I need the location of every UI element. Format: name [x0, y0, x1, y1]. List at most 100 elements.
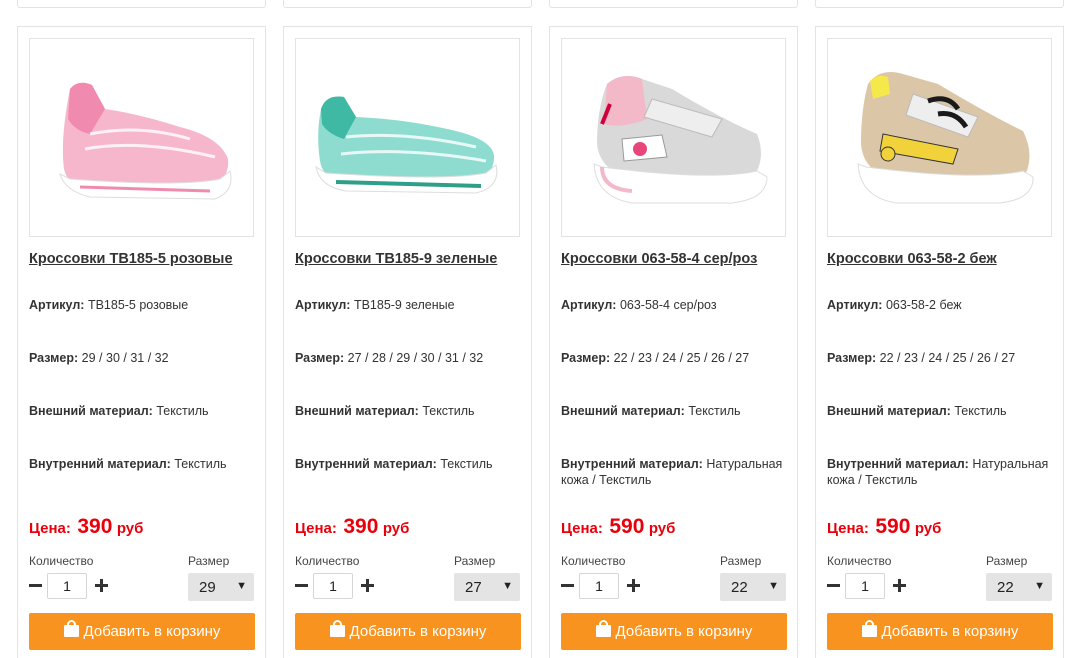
product-title-link[interactable]: Кроссовки 063-58-4 сер/роз [561, 251, 791, 267]
quantity-minus-icon[interactable] [295, 573, 309, 597]
product-title-link[interactable]: Кроссовки TB185-5 розовые [29, 251, 259, 267]
article-row: Артикул: TB185-9 зеленые [295, 297, 527, 313]
inner-material-value: Текстиль [440, 457, 493, 471]
quantity-input[interactable] [313, 573, 353, 599]
add-to-cart-label: Добавить в корзину [349, 623, 487, 640]
shopping-bag-icon [329, 620, 345, 637]
product-card: Кроссовки TB185-9 зеленые Артикул: TB185… [283, 26, 532, 658]
outer-material-value: Текстиль [422, 404, 475, 418]
add-to-cart-button[interactable]: Добавить в корзину [827, 613, 1053, 650]
size-select[interactable]: 22 ▼ [986, 573, 1052, 601]
quantity-minus-icon[interactable] [561, 573, 575, 597]
product-card: Кроссовки TB185-5 розовые Артикул: TB185… [17, 26, 266, 658]
chevron-down-icon: ▼ [236, 580, 247, 592]
inner-material-value: Текстиль [174, 457, 227, 471]
size-select-label: Размер [188, 554, 230, 568]
shopping-bag-icon [63, 620, 79, 637]
price-value: 590 [875, 515, 911, 538]
article-label: Артикул: [561, 298, 617, 312]
price-currency: руб [116, 520, 144, 537]
outer-material-value: Текстиль [954, 404, 1007, 418]
add-to-cart-button[interactable]: Добавить в корзину [295, 613, 521, 650]
pink-sneaker-icon [59, 82, 232, 200]
previous-row-card-4 [815, 0, 1064, 8]
outer-material-value: Текстиль [688, 404, 741, 418]
price: Цена: 590 руб [561, 515, 675, 539]
sizes-row: Размер: 22 / 23 / 24 / 25 / 26 / 27 [827, 350, 1059, 366]
product-title-link[interactable]: Кроссовки 063-58-2 беж [827, 251, 1057, 267]
size-select[interactable]: 22 ▼ [720, 573, 786, 601]
price-currency: руб [382, 520, 410, 537]
quantity-input[interactable] [579, 573, 619, 599]
article-row: Артикул: TB185-5 розовые [29, 297, 261, 313]
price: Цена: 590 руб [827, 515, 941, 539]
quantity-label: Количество [827, 554, 892, 568]
quantity-plus-icon[interactable] [893, 573, 907, 597]
price-value: 590 [609, 515, 645, 538]
price: Цена: 390 руб [29, 515, 143, 539]
price-value: 390 [343, 515, 379, 538]
outer-material-row: Внешний материал: Текстиль [827, 403, 1059, 419]
beige-sneaker-icon [857, 71, 1034, 204]
product-title-link[interactable]: Кроссовки TB185-9 зеленые [295, 251, 525, 267]
green-sneaker-icon [315, 96, 498, 194]
quantity-plus-icon[interactable] [627, 573, 641, 597]
article-value: 063-58-4 сер/роз [619, 298, 717, 312]
quantity-label: Количество [561, 554, 626, 568]
quantity-minus-icon[interactable] [29, 573, 43, 597]
previous-row-card-1 [17, 0, 266, 8]
add-to-cart-button[interactable]: Добавить в корзину [561, 613, 787, 650]
article-value: 063-58-2 беж [885, 298, 962, 312]
price-currency: руб [914, 520, 942, 537]
product-image[interactable] [29, 38, 254, 237]
price-label: Цена: [295, 520, 337, 537]
quantity-input[interactable] [845, 573, 885, 599]
article-row: Артикул: 063-58-2 беж [827, 297, 1059, 313]
inner-material-label: Внутренний материал: [295, 457, 437, 471]
previous-row-card-3 [549, 0, 798, 8]
sizes-label: Размер: [827, 351, 877, 365]
previous-row-card-2 [283, 0, 532, 8]
quantity-plus-icon[interactable] [361, 573, 375, 597]
size-select-label: Размер [720, 554, 762, 568]
sizes-value: 27 / 28 / 29 / 30 / 31 / 32 [347, 351, 484, 365]
article-label: Артикул: [295, 298, 351, 312]
product-card: Кроссовки 063-58-2 беж Артикул: 063-58-2… [815, 26, 1064, 658]
product-image[interactable] [295, 38, 520, 237]
sizes-label: Размер: [295, 351, 345, 365]
price-value: 390 [77, 515, 113, 538]
article-value: TB185-5 розовые [87, 298, 189, 312]
price-label: Цена: [29, 520, 71, 537]
size-select[interactable]: 29 ▼ [188, 573, 254, 601]
article-row: Артикул: 063-58-4 сер/роз [561, 297, 793, 313]
sizes-value: 22 / 23 / 24 / 25 / 26 / 27 [613, 351, 750, 365]
product-image[interactable] [561, 38, 786, 237]
size-select-value: 22 [997, 579, 1014, 596]
sizes-value: 29 / 30 / 31 / 32 [81, 351, 169, 365]
inner-material-row: Внутренний материал: Натуральная кожа / … [827, 456, 1059, 488]
quantity-plus-icon[interactable] [95, 573, 109, 597]
shopping-bag-icon [861, 620, 877, 637]
inner-material-row: Внутренний материал: Текстиль [29, 456, 261, 472]
size-select[interactable]: 27 ▼ [454, 573, 520, 601]
article-label: Артикул: [29, 298, 85, 312]
add-to-cart-label: Добавить в корзину [83, 623, 221, 640]
inner-material-label: Внутренний материал: [29, 457, 171, 471]
size-select-value: 29 [199, 579, 216, 596]
size-select-label: Размер [986, 554, 1028, 568]
product-image[interactable] [827, 38, 1052, 237]
product-card: Кроссовки 063-58-4 сер/роз Артикул: 063-… [549, 26, 798, 658]
outer-material-value: Текстиль [156, 404, 209, 418]
quantity-input[interactable] [47, 573, 87, 599]
outer-material-label: Внешний материал: [29, 404, 153, 418]
add-to-cart-button[interactable]: Добавить в корзину [29, 613, 255, 650]
size-select-label: Размер [454, 554, 496, 568]
price: Цена: 390 руб [295, 515, 409, 539]
add-to-cart-label: Добавить в корзину [615, 623, 753, 640]
outer-material-row: Внешний материал: Текстиль [29, 403, 261, 419]
outer-material-label: Внешний материал: [561, 404, 685, 418]
chevron-down-icon: ▼ [1034, 580, 1045, 592]
sizes-label: Размер: [561, 351, 611, 365]
quantity-label: Количество [29, 554, 94, 568]
quantity-minus-icon[interactable] [827, 573, 841, 597]
